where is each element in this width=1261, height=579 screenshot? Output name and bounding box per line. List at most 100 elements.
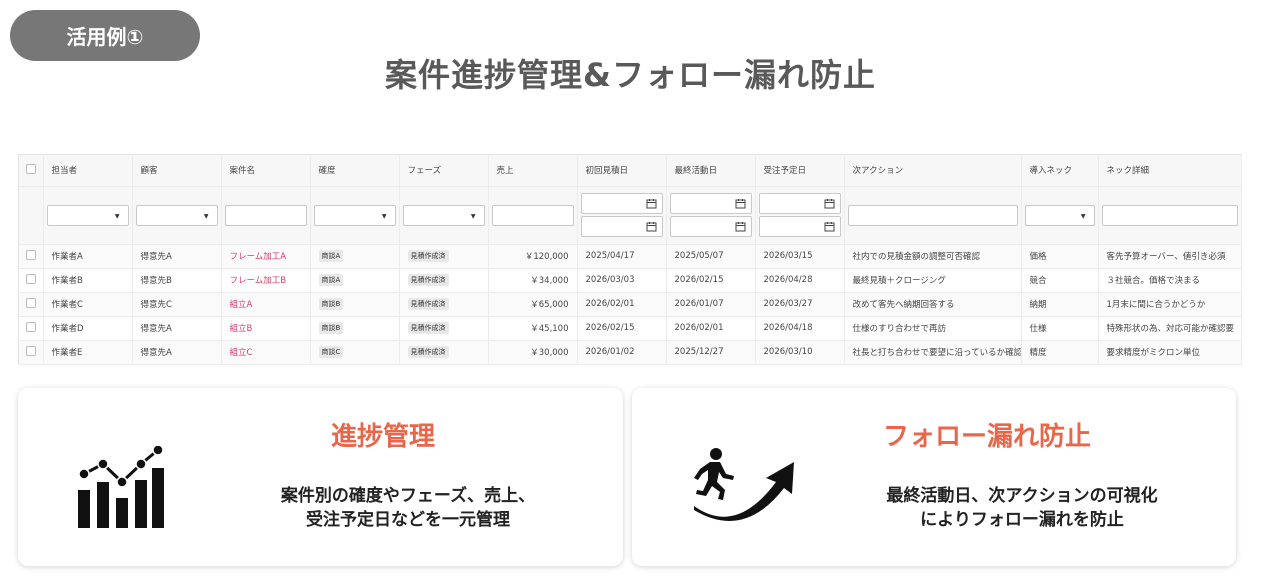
follow-card: フォロー漏れ防止 最終活動日、次アクションの可視化 によりフォロー漏れを防止 [632, 388, 1236, 566]
cell-neck: 価格 [1021, 244, 1099, 269]
row-checkbox[interactable] [25, 273, 36, 284]
cell-neck: 仕様 [1021, 316, 1099, 341]
cell-customer: 得意先A [132, 244, 222, 269]
order-planned-from-date[interactable] [758, 193, 841, 214]
phase-chip: 見積作成済 [407, 274, 449, 286]
certainty-chip: 商談B [318, 322, 344, 334]
chevron-down-icon: ▼ [1080, 212, 1086, 220]
column-header[interactable]: 案件名 [221, 155, 311, 187]
table-row[interactable]: 作業者A 得意先A フレーム加工A 商談A 見積作成済 ￥120,000 2025/04/1… [19, 244, 1242, 269]
column-header[interactable]: 売上 [488, 155, 578, 187]
column-header[interactable]: 確度 [310, 155, 400, 187]
calendar-icon[interactable] [824, 221, 835, 232]
column-header[interactable]: 次アクション [844, 155, 1022, 187]
cell-customer: 得意先A [132, 316, 222, 341]
row-checkbox[interactable] [25, 345, 36, 356]
select-all-checkbox[interactable] [25, 163, 36, 174]
first-quote-to-date[interactable] [580, 216, 663, 237]
neck-filter-select[interactable]: ▼ [1024, 204, 1095, 226]
cell-project[interactable]: フレーム加工A [221, 244, 311, 269]
row-checkbox[interactable] [25, 249, 36, 260]
running-person-arrow-icon [694, 448, 794, 521]
row-checkbox-cell[interactable] [19, 292, 44, 317]
filter-row: ▼ ▼ ▼ ▼ ▼ [19, 186, 1242, 245]
cell-phase: 見積作成済 [399, 316, 489, 341]
card-desc-line: 受注予定日などを一元管理 [306, 510, 510, 530]
cell-project[interactable]: フレーム加工B [221, 268, 311, 293]
cell-project[interactable]: 組立C [221, 340, 311, 365]
table-row[interactable]: 作業者C 得意先C 組立A 商談B 見積作成済 ￥65,000 2026/02/01 2026… [19, 292, 1242, 317]
cell-certainty: 商談A [310, 268, 400, 293]
cell-project[interactable]: 組立B [221, 316, 311, 341]
table-row[interactable]: 作業者B 得意先B フレーム加工B 商談A 見積作成済 ￥34,000 2026/03/03… [19, 268, 1242, 293]
cell-neck: 精度 [1021, 340, 1099, 365]
phase-chip: 見積作成済 [407, 298, 449, 310]
owner-filter-select[interactable]: ▼ [46, 204, 129, 226]
cell-order-planned: 2026/03/10 [755, 340, 845, 365]
cell-neck-detail: 客先予算オーバー、値引き必須 [1098, 244, 1242, 269]
cell-neck-detail: 要求精度がミクロン単位 [1098, 340, 1242, 365]
row-checkbox-cell[interactable] [19, 316, 44, 341]
calendar-icon[interactable] [824, 198, 835, 209]
cell-phase: 見積作成済 [399, 268, 489, 293]
cell-last-activity: 2026/02/15 [666, 268, 756, 293]
cell-owner: 作業者A [43, 244, 133, 269]
chevron-down-icon: ▼ [114, 212, 120, 220]
sales-filter-input[interactable] [491, 204, 574, 226]
row-checkbox[interactable] [25, 297, 36, 308]
cell-last-activity: 2026/02/01 [666, 316, 756, 341]
column-header[interactable]: 顧客 [132, 155, 222, 187]
certainty-chip: 商談A [318, 250, 344, 262]
cell-order-planned: 2026/04/28 [755, 268, 845, 293]
cell-owner: 作業者E [43, 340, 133, 365]
calendar-icon[interactable] [735, 221, 746, 232]
column-header[interactable]: フェーズ [399, 155, 489, 187]
cell-first-quote: 2026/01/02 [577, 340, 667, 365]
certainty-filter-select[interactable]: ▼ [313, 204, 396, 226]
select-all-checkbox-cell[interactable] [19, 155, 44, 187]
customer-filter-select[interactable]: ▼ [135, 204, 218, 226]
cell-next-action: 最終見積＋クロージング [844, 268, 1022, 293]
phase-chip: 見積作成済 [407, 346, 449, 358]
row-checkbox-cell[interactable] [19, 340, 44, 365]
calendar-icon[interactable] [646, 198, 657, 209]
row-checkbox-cell[interactable] [19, 244, 44, 269]
cell-first-quote: 2026/02/15 [577, 316, 667, 341]
phase-filter-select[interactable]: ▼ [402, 204, 485, 226]
column-header[interactable]: ネック詳細 [1098, 155, 1242, 187]
project-filter-input[interactable] [224, 204, 307, 226]
card-desc-line: 案件別の確度やフェーズ、売上、 [280, 486, 536, 506]
row-checkbox[interactable] [25, 321, 36, 332]
card-desc-line: によりフォロー漏れを防止 [920, 510, 1124, 530]
next-action-filter-input[interactable] [847, 204, 1018, 226]
column-header[interactable]: 受注予定日 [755, 155, 845, 187]
calendar-icon[interactable] [735, 198, 746, 209]
cell-phase: 見積作成済 [399, 292, 489, 317]
order-planned-to-date[interactable] [758, 216, 841, 237]
cell-certainty: 商談B [310, 292, 400, 317]
last-activity-from-date[interactable] [669, 193, 752, 214]
neck-detail-filter-input[interactable] [1101, 204, 1238, 226]
cell-owner: 作業者D [43, 316, 133, 341]
cell-customer: 得意先C [132, 292, 222, 317]
last-activity-to-date[interactable] [669, 216, 752, 237]
card-description: 案件別の確度やフェーズ、売上、 受注予定日などを一元管理 [218, 484, 598, 532]
filter-cell-empty [19, 186, 44, 245]
column-header[interactable]: 最終活動日 [666, 155, 756, 187]
certainty-chip: 商談A [318, 274, 344, 286]
calendar-icon[interactable] [646, 221, 657, 232]
row-checkbox-cell[interactable] [19, 268, 44, 293]
first-quote-from-date[interactable] [580, 193, 663, 214]
page-title: 案件進捗管理&フォロー漏れ防止 [385, 56, 876, 94]
certainty-chip: 商談B [318, 298, 344, 310]
table-row[interactable]: 作業者E 得意先A 組立C 商談C 見積作成済 ￥30,000 2026/01/02 2025… [19, 340, 1242, 365]
column-header[interactable]: 初回見積日 [577, 155, 667, 187]
cell-first-quote: 2026/03/03 [577, 268, 667, 293]
column-header[interactable]: 導入ネック [1021, 155, 1099, 187]
column-header[interactable]: 担当者 [43, 155, 133, 187]
cell-first-quote: 2026/02/01 [577, 292, 667, 317]
cell-next-action: 改めて客先へ納期回答する [844, 292, 1022, 317]
table-row[interactable]: 作業者D 得意先A 組立B 商談B 見積作成済 ￥45,100 2026/02/15 2026… [19, 316, 1242, 341]
card-title: フォロー漏れ防止 [882, 422, 1091, 452]
cell-project[interactable]: 組立A [221, 292, 311, 317]
